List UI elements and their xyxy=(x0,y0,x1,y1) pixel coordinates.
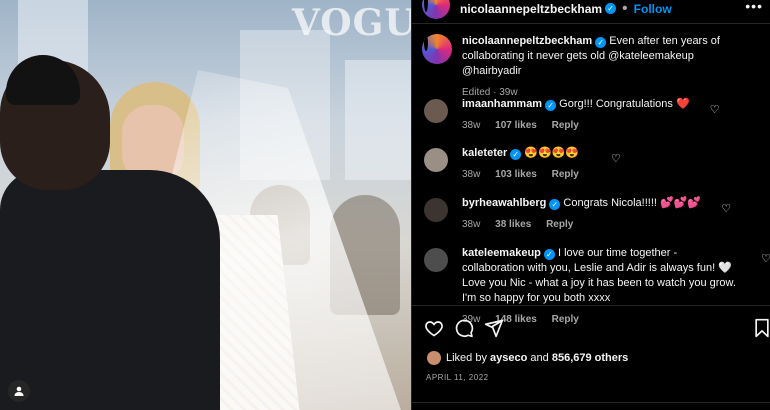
like-heart-icon[interactable] xyxy=(424,318,444,338)
comment-username[interactable]: byrheawahlberg xyxy=(462,197,546,209)
photo-groom-suit xyxy=(0,170,220,410)
comment-likes[interactable]: 103 likes xyxy=(495,169,537,180)
comment-age: 38w xyxy=(462,120,481,131)
comment-text: Congrats Nicola!!!!! 💕💕💕 xyxy=(563,197,702,209)
verified-badge-icon: ✓ xyxy=(543,249,555,260)
verified-badge-icon: ✓ xyxy=(549,199,561,210)
share-paper-plane-icon[interactable] xyxy=(484,318,504,338)
save-bookmark-icon[interactable] xyxy=(752,318,770,338)
post-date: APRIL 11, 2022 xyxy=(426,373,489,382)
like-comment-heart-icon[interactable]: ♡ xyxy=(721,202,731,217)
comment-likes[interactable]: 107 likes xyxy=(495,120,537,131)
author-avatar[interactable] xyxy=(422,34,452,64)
commenter-avatar[interactable] xyxy=(424,248,448,272)
commenter-avatar[interactable] xyxy=(424,99,448,123)
like-comment-heart-icon[interactable]: ♡ xyxy=(611,152,621,167)
reply-button[interactable]: Reply xyxy=(546,219,573,230)
comment-age: 38w xyxy=(462,169,481,180)
caption-username[interactable]: nicolaannepeltzbeckham xyxy=(462,35,592,47)
comment-username[interactable]: kaleteter xyxy=(462,147,507,159)
verified-badge-icon: ✓ xyxy=(545,100,557,111)
post-header: nicolaannepeltzbeckham ✓ • Follow ••• xyxy=(412,0,770,24)
author-avatar[interactable] xyxy=(422,0,450,19)
commenter-avatar[interactable] xyxy=(424,198,448,222)
photo-window xyxy=(345,60,411,180)
post-actions: Liked by ayseco and 856,679 others APRIL… xyxy=(412,305,770,403)
post-side-panel: nicolaannepeltzbeckham ✓ • Follow ••• ni… xyxy=(411,0,770,410)
comment-username[interactable]: imaanhammam xyxy=(462,98,542,110)
follow-button[interactable]: Follow xyxy=(634,2,672,16)
comments-list[interactable]: nicolaannepeltzbeckham ✓ Even after ten y… xyxy=(412,34,770,325)
verified-badge-icon: ✓ xyxy=(595,37,607,48)
likes-count[interactable]: 856,679 others xyxy=(552,352,628,364)
separator-dot: • xyxy=(622,0,628,17)
comment-item: imaanhammam ✓ Gorg!!! Congratulations ❤️ … xyxy=(412,97,720,133)
comment-text: Gorg!!! Congratulations ❤️ xyxy=(559,98,690,110)
likes-summary[interactable]: Liked by ayseco and 856,679 others xyxy=(426,350,628,366)
post-caption: nicolaannepeltzbeckham ✓ Even after ten y… xyxy=(412,34,770,100)
comment-likes[interactable]: 38 likes xyxy=(495,219,531,230)
author-username[interactable]: nicolaannepeltzbeckham xyxy=(460,2,602,16)
comment-text: 😍😍😍😍 xyxy=(524,147,580,159)
comment-age: 38w xyxy=(462,219,481,230)
post-photo[interactable]: VOGUE xyxy=(0,0,411,410)
comment-item: kaleteter ✓ 😍😍😍😍 38w 103 likes Reply ♡ xyxy=(412,146,621,182)
comment-bubble-icon[interactable] xyxy=(454,318,474,338)
reply-button[interactable]: Reply xyxy=(552,169,579,180)
tagged-users-icon[interactable] xyxy=(8,380,30,402)
likes-prefix: Liked by xyxy=(446,352,487,364)
like-comment-heart-icon[interactable]: ♡ xyxy=(710,103,720,118)
comment-item: byrheawahlberg ✓ Congrats Nicola!!!!! 💕💕💕… xyxy=(412,196,731,232)
commenter-avatar[interactable] xyxy=(424,148,448,172)
verified-badge-icon: ✓ xyxy=(605,3,617,14)
like-comment-heart-icon[interactable]: ♡ xyxy=(761,252,770,267)
more-options-icon[interactable]: ••• xyxy=(745,0,763,14)
liker-avatar xyxy=(426,350,442,366)
comment-username[interactable]: kateleemakeup xyxy=(462,247,541,259)
add-comment-bar[interactable] xyxy=(412,402,770,410)
vogue-watermark: VOGUE xyxy=(292,2,411,44)
likes-joiner: and xyxy=(530,352,549,364)
verified-badge-icon: ✓ xyxy=(510,149,522,160)
liker-username[interactable]: ayseco xyxy=(490,352,527,364)
reply-button[interactable]: Reply xyxy=(552,120,579,131)
